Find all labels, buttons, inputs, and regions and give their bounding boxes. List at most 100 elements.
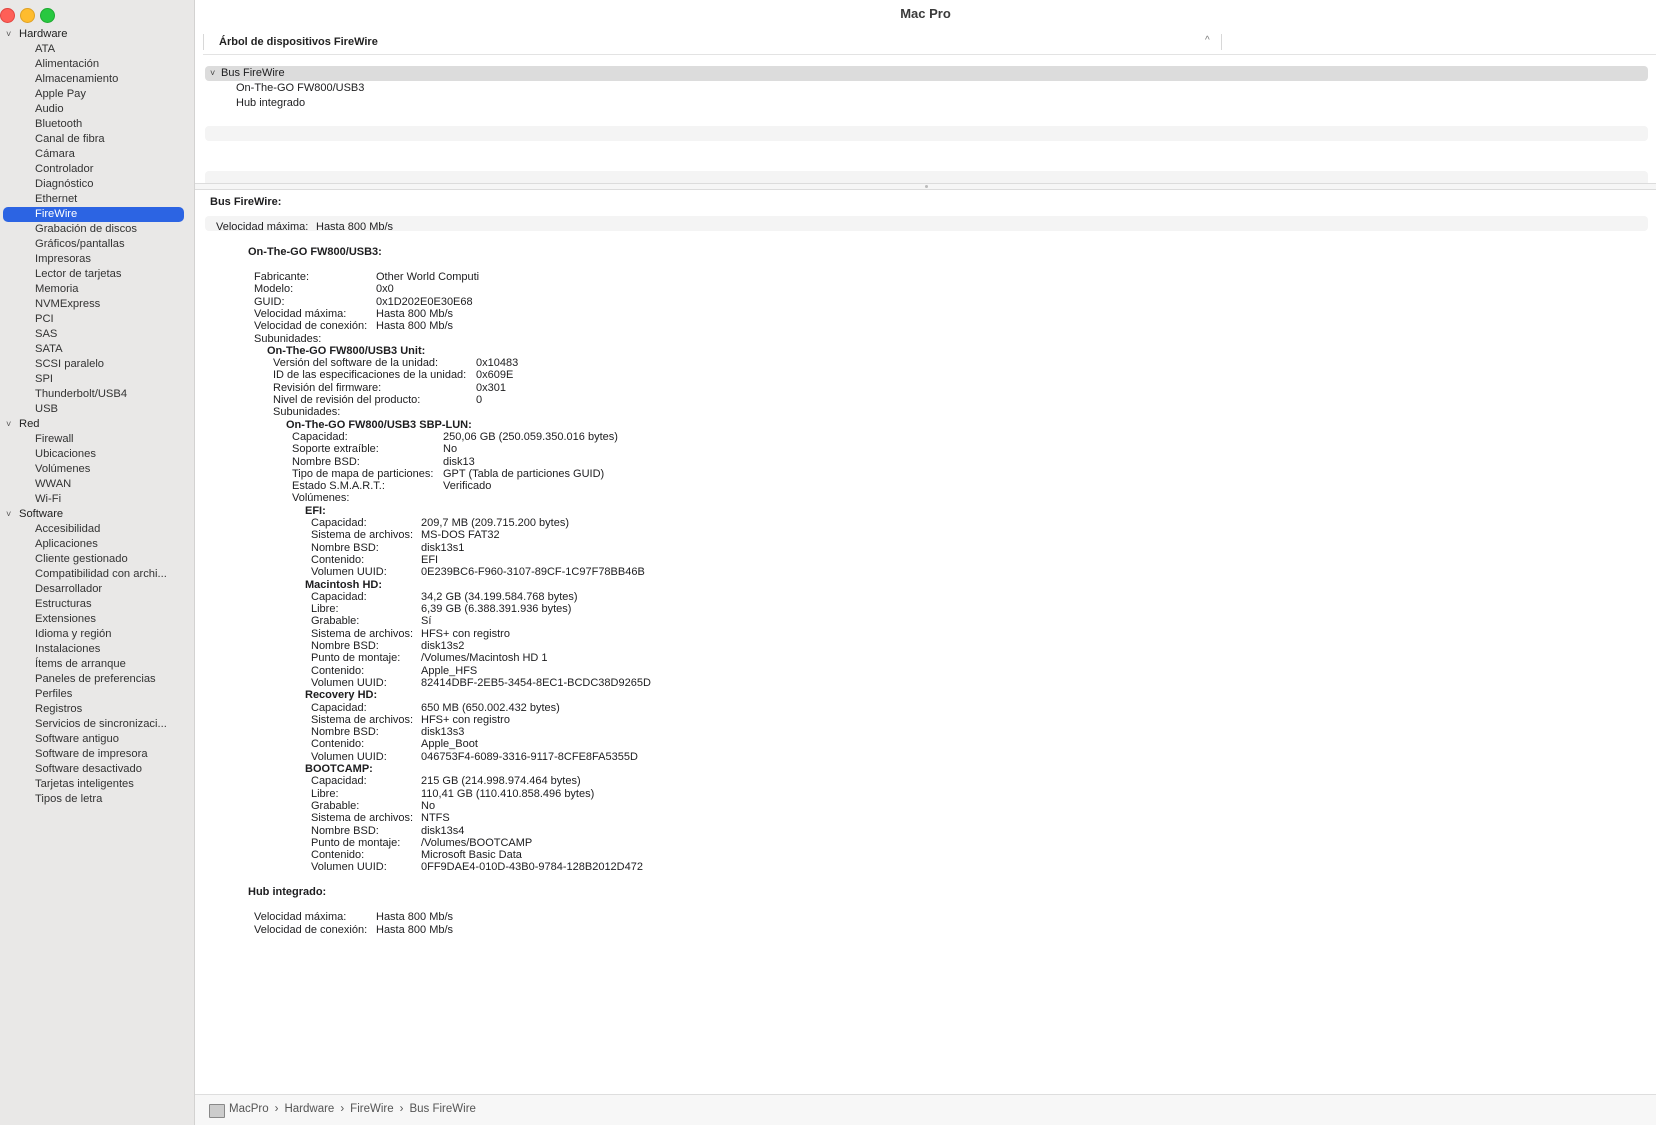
detail-row: Nivel de revisión del producto: bbox=[273, 394, 420, 407]
sidebar-group-hardware[interactable]: ˅ Hardware bbox=[0, 27, 194, 42]
sidebar-item[interactable]: Thunderbolt/USB4 bbox=[0, 387, 180, 402]
device-tree-row[interactable]: Hub integrado bbox=[205, 96, 1648, 111]
sidebar-item[interactable]: Paneles de preferencias bbox=[0, 672, 180, 687]
sidebar-item[interactable]: Diagnóstico bbox=[0, 177, 180, 192]
sidebar-item[interactable]: Compatibilidad con archi... bbox=[0, 567, 180, 582]
splitter-grip-icon bbox=[925, 185, 928, 188]
sidebar-item[interactable]: SPI bbox=[0, 372, 180, 387]
sidebar-group-red[interactable]: ˅ Red bbox=[0, 417, 194, 432]
sidebar-item[interactable]: Servicios de sincronizaci... bbox=[0, 717, 180, 732]
sidebar-item[interactable]: Ítems de arranque bbox=[0, 657, 180, 672]
sidebar-item[interactable]: Perfiles bbox=[0, 687, 180, 702]
detail-value: Apple_HFS bbox=[421, 664, 478, 677]
sidebar-item[interactable]: Tipos de letra bbox=[0, 792, 180, 807]
detail-row: Capacidad: bbox=[311, 775, 367, 788]
sidebar-item[interactable]: Software de impresora bbox=[0, 747, 180, 762]
sidebar-item[interactable]: Cliente gestionado bbox=[0, 552, 180, 567]
sidebar-group-software[interactable]: ˅ Software bbox=[0, 507, 194, 522]
sidebar-item[interactable]: Volúmenes bbox=[0, 462, 180, 477]
device-tree-empty-row bbox=[205, 111, 1648, 126]
device-tree-row[interactable]: On-The-GO FW800/USB3 bbox=[205, 81, 1648, 96]
detail-label: On-The-GO FW800/USB3 SBP-LUN: bbox=[286, 418, 472, 431]
sort-ascending-icon[interactable]: ^ bbox=[1205, 35, 1210, 46]
sidebar-item[interactable]: Instalaciones bbox=[0, 642, 180, 657]
sidebar-item[interactable]: Software antiguo bbox=[0, 732, 180, 747]
sidebar-item[interactable]: Registros bbox=[0, 702, 180, 717]
detail-value: GPT (Tabla de particiones GUID) bbox=[443, 467, 605, 480]
sidebar-item[interactable]: Canal de fibra bbox=[0, 132, 180, 147]
sidebar-item[interactable]: Audio bbox=[0, 102, 180, 117]
detail-row: Subunidades: bbox=[273, 406, 340, 419]
sidebar-item[interactable]: Bluetooth bbox=[0, 117, 180, 132]
sidebar-item[interactable]: WWAN bbox=[0, 477, 180, 492]
sidebar-item[interactable]: Impresoras bbox=[0, 252, 180, 267]
zoom-button[interactable] bbox=[40, 8, 55, 23]
breadcrumb-item[interactable]: Bus FireWire bbox=[409, 1103, 475, 1115]
detail-label: Contenido: bbox=[311, 553, 365, 566]
sidebar-item[interactable]: Firewall bbox=[0, 432, 180, 447]
detail-row: Volúmenes: bbox=[292, 492, 349, 505]
detail-row: Nombre BSD: bbox=[311, 640, 379, 653]
minimize-button[interactable] bbox=[20, 8, 35, 23]
detail-label: Punto de montaje: bbox=[311, 836, 401, 849]
detail-label: Sistema de archivos: bbox=[311, 713, 414, 726]
detail-label: Nombre BSD: bbox=[311, 824, 379, 837]
tree-column-header[interactable]: Árbol de dispositivos FireWire ^ bbox=[203, 32, 1656, 55]
chevron-down-icon[interactable]: ˅ bbox=[6, 27, 11, 42]
detail-row: Velocidad máxima: bbox=[254, 308, 346, 321]
detail-label: Contenido: bbox=[311, 738, 365, 751]
sidebar-item[interactable]: Lector de tarjetas bbox=[0, 267, 180, 282]
sidebar-item[interactable]: Ubicaciones bbox=[0, 447, 180, 462]
breadcrumb-item[interactable]: MacPro bbox=[229, 1103, 269, 1115]
detail-value: Sí bbox=[421, 615, 432, 628]
detail-label: Volumen UUID: bbox=[311, 750, 387, 763]
column-divider bbox=[1221, 34, 1222, 50]
detail-row: Velocidad de conexión: bbox=[254, 924, 367, 937]
detail-row: Nombre BSD: bbox=[311, 542, 379, 555]
sidebar-item[interactable]: FireWire bbox=[3, 207, 184, 222]
chevron-down-icon[interactable]: ˅ bbox=[6, 507, 11, 522]
sidebar-item[interactable]: Accesibilidad bbox=[0, 522, 180, 537]
detail-value: No bbox=[421, 799, 436, 812]
sidebar-item[interactable]: Aplicaciones bbox=[0, 537, 180, 552]
sidebar-item[interactable]: Gráficos/pantallas bbox=[0, 237, 180, 252]
detail-label: Hub integrado: bbox=[248, 886, 327, 899]
chevron-down-icon[interactable]: ˅ bbox=[6, 417, 11, 432]
device-tree-empty-row bbox=[205, 141, 1648, 156]
breadcrumb-item[interactable]: Hardware bbox=[284, 1103, 334, 1115]
sidebar-item[interactable]: Software desactivado bbox=[0, 762, 180, 777]
detail-label: Subunidades: bbox=[254, 332, 322, 345]
sidebar-item[interactable]: Estructuras bbox=[0, 597, 180, 612]
close-button[interactable] bbox=[0, 8, 15, 23]
sidebar-item[interactable]: Memoria bbox=[0, 282, 180, 297]
chevron-down-icon[interactable]: ˅ bbox=[210, 66, 215, 81]
sidebar-item[interactable]: Almacenamiento bbox=[0, 72, 180, 87]
detail-value: 209,7 MB (209.715.200 bytes) bbox=[421, 517, 569, 529]
sidebar-item[interactable]: Idioma y región bbox=[0, 627, 180, 642]
sidebar-item[interactable]: SAS bbox=[0, 327, 180, 342]
split-divider[interactable] bbox=[195, 183, 1656, 190]
device-tree-row[interactable]: ˅ Bus FireWire bbox=[205, 66, 1648, 81]
sidebar-item[interactable]: Apple Pay bbox=[0, 87, 180, 102]
sidebar-item[interactable]: USB bbox=[0, 402, 180, 417]
detail-label: ID de las especificaciones de la unidad: bbox=[273, 369, 467, 382]
detail-label: Velocidad máxima: bbox=[254, 911, 347, 924]
sidebar-item[interactable]: Alimentación bbox=[0, 57, 180, 72]
sidebar-item[interactable]: PCI bbox=[0, 312, 180, 327]
sidebar-item[interactable]: NVMExpress bbox=[0, 297, 180, 312]
sidebar-item[interactable]: Tarjetas inteligentes bbox=[0, 777, 180, 792]
sidebar-item[interactable]: Wi-Fi bbox=[0, 492, 180, 507]
detail-label: Capacidad: bbox=[292, 430, 348, 443]
sidebar-item[interactable]: Controlador bbox=[0, 162, 180, 177]
detail-label: Volúmenes: bbox=[292, 492, 350, 505]
sidebar-item[interactable]: SCSI paralelo bbox=[0, 357, 180, 372]
detail-value: Hasta 800 Mb/s bbox=[376, 307, 454, 320]
sidebar-item[interactable]: Cámara bbox=[0, 147, 180, 162]
sidebar-item[interactable]: Grabación de discos bbox=[0, 222, 180, 237]
sidebar-item[interactable]: SATA bbox=[0, 342, 180, 357]
sidebar-item[interactable]: Ethernet bbox=[0, 192, 180, 207]
sidebar-item[interactable]: Extensiones bbox=[0, 612, 180, 627]
sidebar-item[interactable]: ATA bbox=[0, 42, 180, 57]
breadcrumb-item[interactable]: FireWire bbox=[350, 1103, 393, 1115]
sidebar-item[interactable]: Desarrollador bbox=[0, 582, 180, 597]
